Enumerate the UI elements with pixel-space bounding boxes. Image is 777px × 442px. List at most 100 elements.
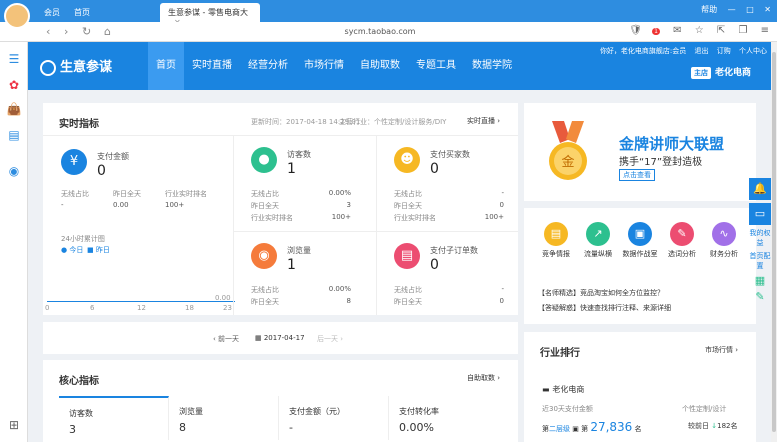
menu-item-selfdata[interactable]: 自助取数 bbox=[352, 42, 408, 90]
home-config-link[interactable]: 首页配置 bbox=[749, 251, 771, 271]
promo-banner[interactable]: 金 金牌讲师大联盟 携手“17”登封造极 点击查看 bbox=[524, 103, 756, 201]
metric-label: 支付子订单数 bbox=[430, 246, 478, 255]
browser-tab-active[interactable]: 生意参谋 - 零售电商大✕ bbox=[160, 3, 260, 27]
menu-item-live[interactable]: 实时直播 bbox=[184, 42, 240, 90]
pen-icon: ✎ bbox=[670, 222, 694, 246]
banner-view-button[interactable]: 点击查看 bbox=[619, 169, 655, 181]
back-icon[interactable]: ‹ bbox=[46, 25, 50, 38]
metric-value: 0 bbox=[430, 257, 439, 273]
my-rights-link[interactable]: 我的权益 bbox=[749, 228, 771, 248]
share-icon[interactable]: ⇱ bbox=[717, 25, 725, 36]
mail-icon[interactable]: ✉ bbox=[673, 25, 681, 36]
chart-icon: ↗ bbox=[586, 222, 610, 246]
subscribe-link[interactable]: 订购 bbox=[717, 47, 731, 55]
rank-amount: 27,836 bbox=[590, 420, 633, 434]
notification-badge: 1 bbox=[652, 28, 660, 35]
menu-item-market[interactable]: 市场行情 bbox=[296, 42, 352, 90]
message-icon[interactable]: ▭ bbox=[749, 203, 771, 225]
menu-item-operation[interactable]: 经营分析 bbox=[240, 42, 296, 90]
shield-icon[interactable]: 🛡 1 bbox=[629, 25, 660, 36]
qrcode-icon[interactable]: ▦ bbox=[749, 274, 771, 287]
bell-icon[interactable]: 🔔 bbox=[749, 178, 771, 200]
category-label: 个性定制/设计 bbox=[682, 405, 727, 413]
metric-pay-amount[interactable]: ¥ 支付金额 0 无线占比 - 昨日全天 0.00 行业实时排名 100+ bbox=[61, 149, 231, 229]
core-tab-conversion[interactable]: 支付转化率 0.00% bbox=[389, 396, 499, 440]
scroll-thumb[interactable] bbox=[772, 52, 776, 432]
metric-label: 支付金额 bbox=[97, 152, 129, 161]
x-tick: 18 bbox=[185, 304, 194, 312]
tab-value: 0.00% bbox=[399, 421, 434, 434]
close-window-button[interactable]: ✕ bbox=[764, 5, 771, 14]
metric-value: 0 bbox=[430, 161, 439, 177]
profile-link[interactable]: 个人中心 bbox=[739, 47, 767, 55]
metric-suborders[interactable]: ▤ 支付子订单数 0 无线占比 - 昨日全天 0 bbox=[394, 243, 504, 313]
copy-icon[interactable]: ❐ bbox=[738, 25, 747, 36]
menu-item-home[interactable]: 首页 bbox=[148, 42, 184, 90]
colorful-app-icon[interactable]: ✿ bbox=[6, 78, 22, 94]
store-switcher[interactable]: 主店 老化电商 bbox=[690, 65, 751, 79]
tool-finance[interactable]: ∿ 财务分析 bbox=[706, 222, 742, 259]
sub-label: 昨日全天 bbox=[394, 298, 422, 306]
legend-label: 昨日 bbox=[95, 246, 110, 254]
rank-row: 第二层级 ▣ 第 27,836 名 bbox=[542, 420, 642, 434]
sub-label: 无线占比 bbox=[61, 190, 89, 198]
star-icon[interactable]: ☆ bbox=[695, 25, 704, 36]
edit-icon[interactable]: ✎ bbox=[749, 290, 771, 303]
prev-day-button[interactable]: ‹ 前一天 bbox=[213, 334, 239, 344]
core-tab-pay-amount[interactable]: 支付金额（元） - bbox=[279, 396, 389, 440]
scrollbar[interactable] bbox=[771, 42, 777, 442]
help-link[interactable]: 帮助 bbox=[701, 5, 717, 14]
realtime-live-link[interactable]: 实时直播 › bbox=[467, 116, 500, 126]
metric-pageviews[interactable]: ◉ 浏览量 1 无线占比 0.00% 昨日全天 8 bbox=[251, 243, 361, 313]
self-data-link[interactable]: 自助取数 › bbox=[467, 373, 500, 383]
menu-item-academy[interactable]: 数据学院 bbox=[464, 42, 520, 90]
next-day-button[interactable]: 后一天 › bbox=[317, 334, 343, 344]
tool-war-room[interactable]: ▣ 数据作战室 bbox=[622, 222, 658, 259]
sub-value: 0.00% bbox=[328, 189, 351, 197]
x-tick: 0 bbox=[45, 304, 50, 312]
logo-text: 生意参谋 bbox=[60, 60, 113, 75]
news-item[interactable]: 【答疑解惑】快速查找排行注释、来源详细 bbox=[538, 303, 671, 313]
tool-keyword[interactable]: ✎ 选词分析 bbox=[664, 222, 700, 259]
menu-item-tools[interactable]: 专题工具 bbox=[408, 42, 464, 90]
tab-label: 浏览量 bbox=[179, 407, 203, 416]
refresh-icon[interactable]: ↻ bbox=[82, 25, 91, 38]
metric-visitors[interactable]: ● 访客数 1 无线占比 0.00% 昨日全天 3 行业实时排名 100+ bbox=[251, 147, 361, 227]
tool-competition[interactable]: ▤ 竞争情报 bbox=[538, 222, 574, 259]
browser-tab[interactable]: 会员 bbox=[36, 3, 68, 22]
date-picker[interactable]: ▦ 2017-04-17 bbox=[255, 334, 305, 342]
logo[interactable]: 生意参谋 bbox=[40, 56, 112, 76]
tab-value: 3 bbox=[69, 423, 76, 436]
divider bbox=[233, 135, 234, 315]
metric-value: 1 bbox=[287, 161, 296, 177]
maximize-button[interactable]: □ bbox=[746, 5, 754, 14]
sub-value: 0 bbox=[499, 297, 504, 305]
sub-label: 昨日全天 bbox=[113, 190, 141, 198]
app-header: 生意参谋 首页 实时直播 经营分析 市场行情 自助取数 专题工具 数据学院 你好… bbox=[28, 42, 771, 90]
market-link[interactable]: 市场行情 › bbox=[705, 345, 738, 355]
app-icon[interactable]: ◉ bbox=[6, 164, 22, 180]
browser-tab[interactable]: 首页 bbox=[66, 3, 98, 22]
metric-buyers[interactable]: ☻ 支付买家数 0 无线占比 - 昨日全天 0 行业实时排名 100+ bbox=[394, 147, 504, 227]
date-pager: ‹ 前一天 ▦ 2017-04-17 后一天 › bbox=[43, 322, 518, 354]
card-icon[interactable]: ▤ bbox=[6, 128, 22, 144]
core-tab-pageviews[interactable]: 浏览量 8 bbox=[169, 396, 279, 440]
forward-icon[interactable]: › bbox=[64, 25, 68, 38]
tool-traffic[interactable]: ↗ 流量纵横 bbox=[580, 222, 616, 259]
minimize-button[interactable]: — bbox=[728, 5, 736, 14]
home-icon[interactable]: ⌂ bbox=[104, 25, 111, 38]
grid-icon[interactable]: ⊞ bbox=[6, 418, 22, 434]
sub-value: 3 bbox=[346, 201, 351, 209]
url-field[interactable]: sycm.taobao.com bbox=[280, 27, 480, 36]
bag-icon[interactable]: 👜 bbox=[6, 102, 22, 118]
banner-subtitle: 携手“17”登封造极 bbox=[619, 157, 703, 168]
menu-icon[interactable]: ≡ bbox=[761, 25, 769, 36]
core-metrics-panel: 核心指标 自助取数 › 访客数 3 浏览量 8 支付金额（元） - 支付转化率 0.00… bbox=[43, 360, 518, 442]
user-avatar[interactable] bbox=[4, 3, 30, 29]
logout-link[interactable]: 退出 bbox=[695, 47, 709, 55]
rank-prefix: 第 bbox=[542, 425, 549, 433]
core-tab-visitors[interactable]: 访客数 3 bbox=[59, 396, 169, 440]
list-icon[interactable]: ☰ bbox=[6, 52, 22, 68]
sub-value: 8 bbox=[346, 297, 351, 305]
news-item[interactable]: 【名师精选】竞品淘宝如何全方位监控？ bbox=[538, 288, 664, 298]
